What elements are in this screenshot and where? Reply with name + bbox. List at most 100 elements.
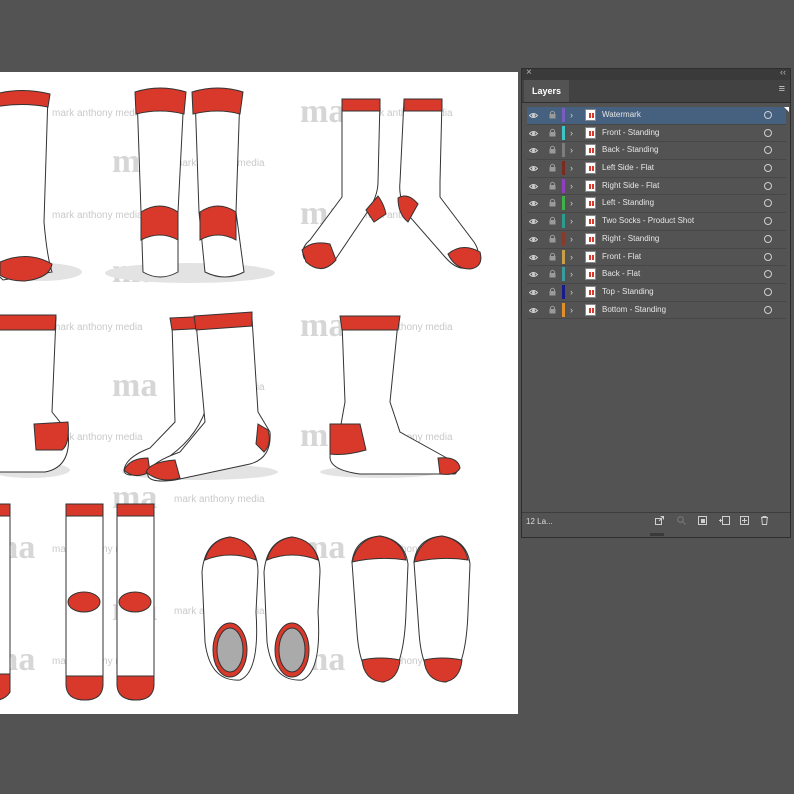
layer-name[interactable]: Top - Standing bbox=[602, 284, 654, 300]
eye-icon[interactable] bbox=[529, 217, 538, 226]
export-icon[interactable] bbox=[655, 516, 664, 525]
layer-color-swatch bbox=[562, 125, 565, 140]
layer-name[interactable]: Front - Flat bbox=[602, 249, 641, 265]
close-icon[interactable]: × bbox=[526, 67, 532, 78]
layer-row[interactable]: › Front - Standing bbox=[527, 125, 786, 143]
eye-icon[interactable] bbox=[529, 146, 538, 155]
lock-icon[interactable] bbox=[549, 216, 556, 225]
layer-color-swatch bbox=[562, 302, 565, 317]
layer-name[interactable]: Right - Standing bbox=[602, 231, 659, 247]
chevron-right-icon[interactable]: › bbox=[570, 231, 573, 247]
layer-name[interactable]: Back - Flat bbox=[602, 266, 640, 282]
create-new-layer-icon[interactable] bbox=[740, 516, 749, 525]
sock-back-flat bbox=[65, 503, 155, 701]
chevron-right-icon[interactable]: › bbox=[570, 125, 573, 141]
layer-thumbnail bbox=[585, 250, 596, 263]
lock-icon[interactable] bbox=[549, 110, 556, 119]
lock-icon[interactable] bbox=[549, 128, 556, 137]
target-circle-icon[interactable] bbox=[764, 252, 772, 261]
chevron-right-icon[interactable]: › bbox=[570, 302, 573, 318]
eye-icon[interactable] bbox=[529, 270, 538, 279]
layer-row[interactable]: › Back - Flat bbox=[527, 266, 786, 284]
target-circle-icon[interactable] bbox=[764, 181, 772, 190]
lock-icon[interactable] bbox=[549, 287, 556, 296]
eye-icon[interactable] bbox=[529, 129, 538, 138]
layer-thumbnail bbox=[585, 285, 596, 298]
watermark: mamark anthony media bbox=[112, 143, 265, 180]
lock-icon[interactable] bbox=[549, 145, 556, 154]
create-sublayer-icon[interactable] bbox=[718, 516, 730, 525]
target-circle-icon[interactable] bbox=[764, 128, 772, 137]
panel-menu-icon[interactable]: ≡ bbox=[779, 83, 785, 95]
layer-thumbnail bbox=[585, 109, 596, 121]
eye-icon[interactable] bbox=[529, 182, 538, 191]
layer-color-swatch bbox=[562, 214, 565, 229]
collapse-icon[interactable]: ‹‹ bbox=[780, 67, 786, 77]
layer-row[interactable]: › Bottom - Standing bbox=[527, 302, 786, 320]
svg-text:ma: ma bbox=[300, 307, 345, 344]
chevron-right-icon[interactable]: › bbox=[570, 249, 573, 265]
lock-icon[interactable] bbox=[549, 252, 556, 261]
layer-row[interactable]: › Back - Standing bbox=[527, 142, 786, 161]
target-circle-icon[interactable] bbox=[764, 146, 772, 155]
layers-panel: × ‹‹ Layers ≡ › Watermark › Front - Standin… bbox=[521, 67, 791, 538]
target-circle-icon[interactable] bbox=[764, 287, 772, 296]
layer-name[interactable]: Bottom - Standing bbox=[602, 302, 666, 318]
layer-name[interactable]: Back - Standing bbox=[602, 142, 658, 158]
locate-object-icon[interactable] bbox=[677, 516, 686, 525]
layer-row[interactable]: › Two Socks - Product Shot bbox=[527, 213, 786, 231]
layer-color-swatch bbox=[562, 108, 565, 122]
layer-row[interactable]: › Top - Standing bbox=[527, 284, 786, 302]
layer-name[interactable]: Front - Standing bbox=[602, 125, 659, 141]
lock-icon[interactable] bbox=[549, 198, 556, 207]
layer-row[interactable]: › Watermark bbox=[527, 107, 789, 125]
layer-name[interactable]: Left - Standing bbox=[602, 195, 654, 211]
target-circle-icon[interactable] bbox=[764, 234, 772, 243]
lock-icon[interactable] bbox=[549, 269, 556, 278]
chevron-right-icon[interactable]: › bbox=[570, 178, 573, 194]
make-clipping-mask-icon[interactable] bbox=[698, 516, 707, 525]
panel-resize-grip[interactable] bbox=[650, 533, 664, 536]
layer-row[interactable]: › Left Side - Flat bbox=[527, 160, 786, 178]
target-circle-icon[interactable] bbox=[764, 111, 772, 119]
target-circle-icon[interactable] bbox=[764, 217, 772, 226]
target-circle-icon[interactable] bbox=[764, 199, 772, 208]
lock-icon[interactable] bbox=[549, 234, 556, 243]
lock-icon[interactable] bbox=[549, 181, 556, 190]
layer-name[interactable]: Watermark bbox=[602, 107, 641, 123]
chevron-right-icon[interactable]: › bbox=[570, 213, 573, 229]
layer-row[interactable]: › Right Side - Flat bbox=[527, 178, 786, 196]
lock-icon[interactable] bbox=[549, 305, 556, 314]
eye-icon[interactable] bbox=[529, 235, 538, 244]
layer-name[interactable]: Left Side - Flat bbox=[602, 160, 654, 176]
chevron-right-icon[interactable]: › bbox=[570, 195, 573, 211]
panel-title-bar[interactable]: × ‹‹ bbox=[522, 67, 790, 80]
layer-name[interactable]: Right Side - Flat bbox=[602, 178, 659, 194]
eye-icon[interactable] bbox=[529, 288, 538, 297]
layer-row[interactable]: › Right - Standing bbox=[527, 231, 786, 249]
chevron-right-icon[interactable]: › bbox=[570, 142, 573, 158]
layer-thumbnail bbox=[585, 144, 596, 157]
eye-icon[interactable] bbox=[529, 111, 538, 120]
lock-icon[interactable] bbox=[549, 163, 556, 172]
eye-icon[interactable] bbox=[529, 164, 538, 173]
eye-icon[interactable] bbox=[529, 253, 538, 262]
tab-layers[interactable]: Layers bbox=[524, 80, 570, 102]
chevron-right-icon[interactable]: › bbox=[570, 107, 573, 123]
target-circle-icon[interactable] bbox=[764, 164, 772, 173]
target-circle-icon[interactable] bbox=[764, 270, 772, 279]
target-circle-icon[interactable] bbox=[764, 305, 772, 314]
sock-mockups: mamark anthony mediamamark anthony media… bbox=[0, 87, 482, 701]
layer-row[interactable]: › Front - Flat bbox=[527, 249, 786, 267]
chevron-right-icon[interactable]: › bbox=[570, 160, 573, 176]
layer-row[interactable]: › Left - Standing bbox=[527, 195, 786, 214]
delete-layer-icon[interactable] bbox=[760, 516, 769, 525]
artboard[interactable]: mamark anthony mediamamark anthony media… bbox=[0, 72, 518, 714]
chevron-right-icon[interactable]: › bbox=[570, 266, 573, 282]
eye-icon[interactable] bbox=[529, 199, 538, 208]
layer-name[interactable]: Two Socks - Product Shot bbox=[602, 213, 694, 229]
chevron-right-icon[interactable]: › bbox=[570, 284, 573, 300]
svg-text:mark anthony media: mark anthony media bbox=[52, 210, 143, 221]
layer-list: › Watermark › Front - Standing › Back - Stand… bbox=[527, 107, 789, 320]
eye-icon[interactable] bbox=[529, 306, 538, 315]
